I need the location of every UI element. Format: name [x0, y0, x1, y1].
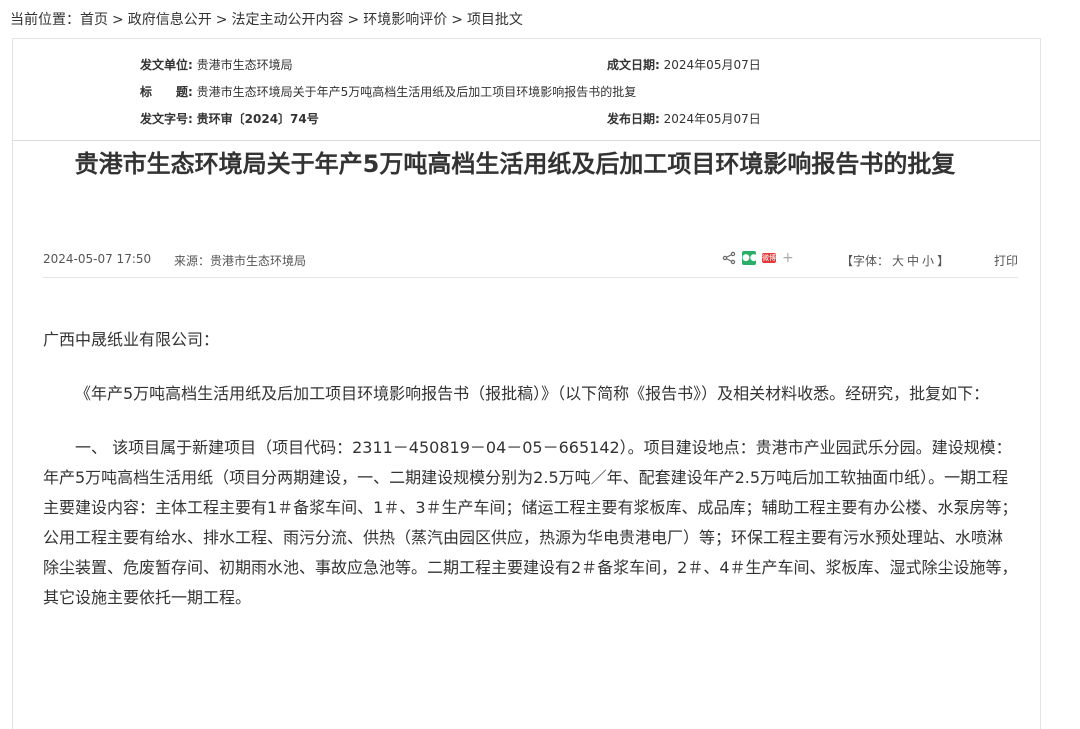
body-paragraph: 《年产5万吨高档生活用纸及后加工项目环境影响报告书（报批稿）》（以下简称《报告书…	[75, 384, 990, 403]
plus-icon[interactable]: +	[782, 250, 794, 266]
share-icon[interactable]	[722, 251, 736, 265]
breadcrumb-eia[interactable]: 环境影响评价	[363, 12, 447, 28]
weibo-icon[interactable]: 微博	[762, 253, 776, 263]
wechat-icon[interactable]: ●●	[742, 251, 758, 265]
source-value: 贵港市生态环境局	[210, 254, 307, 268]
breadcrumb-legal-disclosure[interactable]: 法定主动公开内容	[231, 12, 343, 28]
meta-title-value: 贵港市生态环境局关于年产5万吨高档生活用纸及后加工项目环境影响报告书的批复	[196, 85, 637, 99]
meta-issuer: 发文单位: 贵港市生态环境局	[140, 56, 293, 73]
breadcrumb-prefix: 当前位置：	[10, 12, 80, 28]
font-size-small-button[interactable]: 小	[922, 254, 934, 268]
meta-created-label: 成文日期:	[607, 58, 660, 72]
article-body: 广西中晟纸业有限公司： 《年产5万吨高档生活用纸及后加工项目环境影响报告书（报批…	[43, 325, 1018, 637]
meta-published-label: 发布日期:	[607, 112, 660, 126]
breadcrumb-separator: >	[451, 12, 463, 28]
breadcrumb-home[interactable]: 首页	[80, 12, 108, 28]
meta-created-value: 2024年05月07日	[663, 58, 761, 72]
breadcrumb: 当前位置：首页 > 政府信息公开 > 法定主动公开内容 > 环境影响评价 > 项目批文	[10, 9, 523, 29]
meta-issuer-value: 贵港市生态环境局	[196, 58, 293, 72]
meta-title-label: 标 题:	[140, 85, 193, 99]
font-size-medium-button[interactable]: 中	[907, 254, 919, 268]
document-meta-table: 发文单位: 贵港市生态环境局 成文日期: 2024年05月07日 标 题: 贵港…	[13, 39, 1040, 141]
meta-published: 发布日期: 2024年05月07日	[607, 110, 761, 127]
publish-datetime: 2024-05-07 17:50	[43, 252, 152, 266]
body-paragraph: 一、 该项目属于新建项目（项目代码：2311－450819－04－05－6651…	[43, 438, 1018, 607]
meta-title: 标 题: 贵港市生态环境局关于年产5万吨高档生活用纸及后加工项目环境影响报告书的…	[140, 83, 636, 100]
meta-docno: 发文字号: 贵环审〔2024〕74号	[140, 110, 319, 127]
meta-published-value: 2024年05月07日	[663, 112, 761, 126]
source-label: 来源：	[174, 254, 211, 268]
article-info-bar: 2024-05-07 17:50 来源：贵港市生态环境局 ●● 微博 + 【字体…	[43, 250, 1018, 278]
font-size-label: 【字体：	[841, 254, 890, 268]
font-size-large-button[interactable]: 大	[892, 254, 904, 268]
meta-docno-value: 贵环审〔2024〕74号	[196, 112, 319, 126]
print-button[interactable]: 打印	[994, 252, 1018, 269]
breadcrumb-separator: >	[347, 12, 360, 28]
breadcrumb-project-approval[interactable]: 项目批文	[467, 12, 523, 28]
meta-issuer-label: 发文单位:	[140, 58, 193, 72]
breadcrumb-separator: >	[215, 12, 228, 28]
font-size-control: 【字体：大中小】	[838, 252, 949, 269]
meta-docno-label: 发文字号:	[140, 112, 193, 126]
meta-created: 成文日期: 2024年05月07日	[607, 56, 761, 73]
share-bar: ●● 微博 +	[722, 250, 794, 266]
addressee-paragraph: 广西中晟纸业有限公司：	[43, 330, 220, 349]
breadcrumb-gov-info[interactable]: 政府信息公开	[128, 12, 212, 28]
font-size-end: 】	[937, 254, 950, 268]
article-source: 来源：贵港市生态环境局	[174, 252, 306, 269]
breadcrumb-separator: >	[112, 12, 124, 28]
article-title: 贵港市生态环境局关于年产5万吨高档生活用纸及后加工项目环境影响报告书的批复	[74, 150, 956, 178]
